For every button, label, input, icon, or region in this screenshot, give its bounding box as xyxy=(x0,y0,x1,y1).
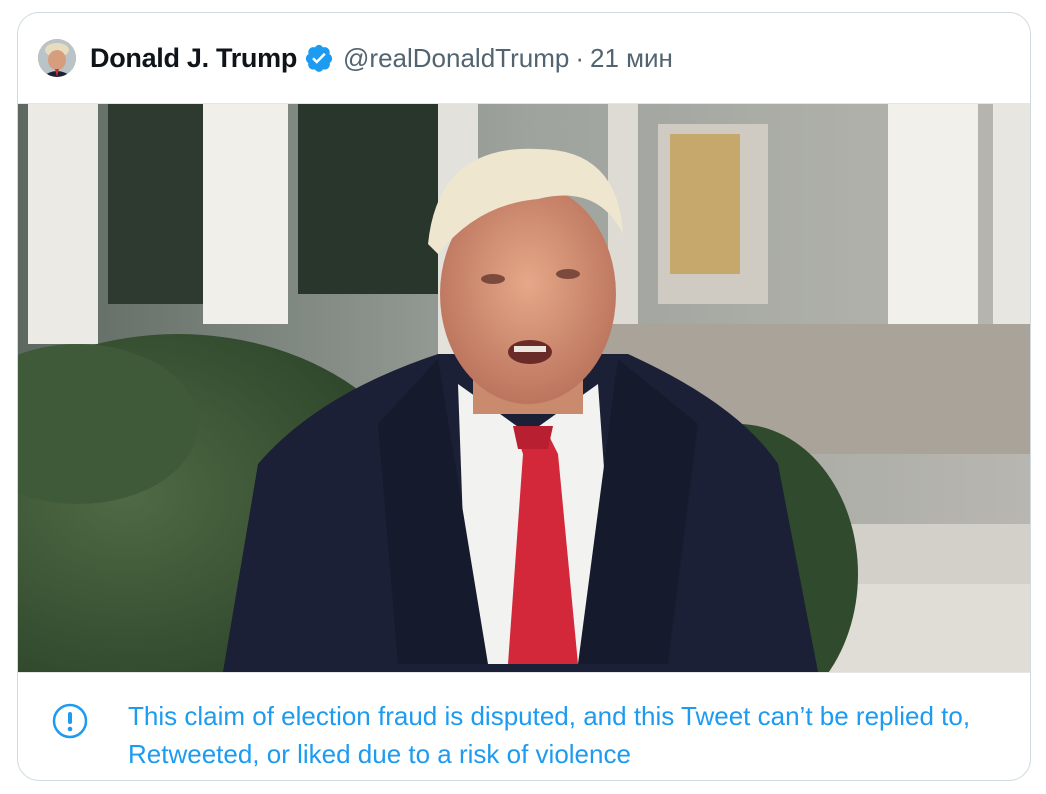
disputed-claim-notice[interactable]: This claim of election fraud is disputed… xyxy=(18,673,1030,780)
separator-dot: · xyxy=(575,42,584,73)
tweet-timestamp[interactable]: 21 мин xyxy=(590,43,673,74)
verified-badge-icon xyxy=(305,44,333,72)
video-frame-image xyxy=(18,104,1030,672)
exclamation-circle-icon xyxy=(52,703,88,739)
tweet-card[interactable]: Donald J. Trump @realDonaldTrump · 21 ми… xyxy=(17,12,1031,781)
avatar[interactable] xyxy=(38,39,76,77)
author-handle[interactable]: @realDonaldTrump xyxy=(343,43,569,74)
author-name[interactable]: Donald J. Trump xyxy=(90,43,297,74)
tweet-media-video[interactable] xyxy=(18,103,1030,673)
tweet-header: Donald J. Trump @realDonaldTrump · 21 ми… xyxy=(18,13,1030,103)
notice-text[interactable]: This claim of election fraud is disputed… xyxy=(128,697,1008,773)
